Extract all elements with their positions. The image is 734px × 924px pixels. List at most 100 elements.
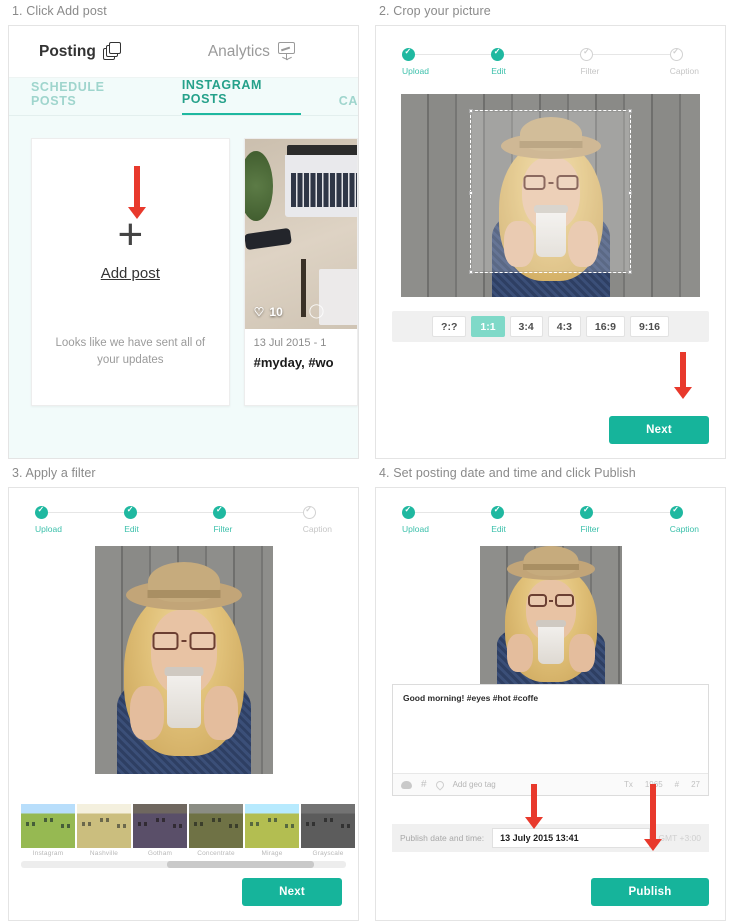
hashtag-counter-icon: # bbox=[674, 780, 680, 789]
ratio-4-3[interactable]: 4:3 bbox=[547, 316, 581, 337]
step-edit[interactable]: Edit bbox=[491, 47, 581, 76]
next-row: Next bbox=[242, 878, 342, 906]
filter-scrollbar[interactable] bbox=[21, 861, 346, 868]
filter-label: Concentrate bbox=[197, 850, 235, 857]
text-counter-label: Tx bbox=[623, 780, 633, 789]
check-icon bbox=[580, 505, 594, 519]
add-post-card[interactable]: + Add post Looks like we have sent all o… bbox=[31, 138, 230, 406]
panel-2: 2. Crop your picture Upload Edit Filter … bbox=[367, 0, 734, 462]
publish-row: Publish bbox=[591, 878, 709, 906]
post-card-list: + Add post Looks like we have sent all o… bbox=[9, 116, 358, 406]
step-caption[interactable]: Caption bbox=[302, 505, 332, 534]
post-card[interactable]: ♡ 10 ◯ 13 Jul 2015 - 1 #myday, #wo bbox=[243, 138, 358, 406]
filter-item[interactable]: Instagram bbox=[21, 804, 75, 857]
timezone-hint: GMT +3:00 bbox=[658, 833, 701, 843]
caption-box[interactable]: Good morning! #eyes #hot #coffe # Add ge… bbox=[392, 684, 709, 796]
ratio-16-9[interactable]: 16:9 bbox=[585, 316, 625, 337]
step-filter[interactable]: Filter bbox=[580, 47, 670, 76]
geo-tag-input[interactable]: Add geo tag bbox=[453, 780, 496, 789]
filter-scrollbar-thumb[interactable] bbox=[167, 861, 314, 868]
check-icon bbox=[213, 505, 227, 519]
crop-selection[interactable] bbox=[468, 109, 633, 274]
crop-photo[interactable] bbox=[401, 94, 700, 297]
panel-4-title: 4. Set posting date and time and click P… bbox=[379, 466, 636, 480]
publish-date-input[interactable]: 13 July 2015 13:41 bbox=[492, 828, 651, 848]
ratio-free[interactable]: ?:? bbox=[432, 316, 467, 337]
nav-analytics[interactable]: Analytics bbox=[208, 42, 297, 61]
step-filter-label: Filter bbox=[580, 524, 600, 534]
step-caption-label: Caption bbox=[669, 524, 700, 534]
step-edit[interactable]: Edit bbox=[491, 505, 581, 534]
filter-label: Instagram bbox=[32, 850, 64, 857]
caption-toolbar: # Add geo tag Tx 1965 # 27 bbox=[393, 773, 708, 795]
panel-4-body: Upload Edit Filter Caption bbox=[375, 487, 726, 921]
step-caption[interactable]: Caption bbox=[669, 505, 700, 534]
like-number: 10 bbox=[269, 305, 283, 319]
ratio-3-4[interactable]: 3:4 bbox=[509, 316, 543, 337]
check-icon bbox=[402, 505, 415, 519]
step-edit[interactable]: Edit bbox=[124, 505, 214, 534]
filter-item[interactable]: Nashville bbox=[77, 804, 131, 857]
step-filter[interactable]: Filter bbox=[213, 505, 303, 534]
check-icon bbox=[491, 505, 505, 519]
panel-2-body: Upload Edit Filter Caption bbox=[375, 25, 726, 459]
tab-schedule-posts[interactable]: SCHEDULE POSTS bbox=[31, 80, 144, 115]
add-post-label[interactable]: Add post bbox=[101, 265, 160, 282]
hashtag-icon[interactable]: # bbox=[421, 779, 427, 790]
ratio-1-1[interactable]: 1:1 bbox=[471, 316, 505, 337]
check-icon bbox=[402, 47, 415, 61]
publish-button[interactable]: Publish bbox=[591, 878, 709, 906]
filter-item[interactable]: Mirage bbox=[245, 804, 299, 857]
app-header: Posting Analytics bbox=[9, 26, 358, 78]
filter-thumbnail bbox=[189, 804, 243, 848]
filter-strip[interactable]: Instagram Nashville Gotham Concentrate M… bbox=[21, 804, 355, 868]
caption-preview-photo bbox=[479, 546, 622, 688]
next-button[interactable]: Next bbox=[609, 416, 709, 444]
next-button[interactable]: Next bbox=[242, 878, 342, 906]
tab-bar: SCHEDULE POSTS INSTAGRAM POSTS CA bbox=[9, 78, 358, 116]
tab-campaigns[interactable]: CA bbox=[339, 94, 358, 115]
tab-instagram-posts[interactable]: INSTAGRAM POSTS bbox=[181, 78, 301, 115]
step-upload-label: Upload bbox=[35, 524, 62, 534]
filter-preview-photo bbox=[94, 546, 273, 774]
filter-thumb-row: Instagram Nashville Gotham Concentrate M… bbox=[21, 804, 355, 857]
layers-icon bbox=[102, 42, 122, 61]
arrow-add-post bbox=[128, 166, 146, 219]
panel-2-title: 2. Crop your picture bbox=[379, 4, 491, 18]
hashtag-count: 27 bbox=[691, 780, 700, 789]
panel-1-title: 1. Click Add post bbox=[12, 4, 107, 18]
ratio-9-16[interactable]: 9:16 bbox=[629, 316, 669, 337]
check-icon bbox=[669, 47, 683, 61]
panel-1-body: Posting Analytics SCHEDULE POSTS INSTAGR… bbox=[8, 25, 359, 459]
check-icon bbox=[124, 505, 138, 519]
filter-thumbnail bbox=[21, 804, 75, 848]
filter-label: Mirage bbox=[261, 850, 283, 857]
step-caption-label: Caption bbox=[669, 66, 700, 76]
nav-posting-label: Posting bbox=[39, 42, 96, 60]
caption-textarea[interactable]: Good morning! #eyes #hot #coffe bbox=[393, 685, 708, 773]
step-upload[interactable]: Upload bbox=[402, 47, 492, 76]
arrow-publish bbox=[644, 784, 662, 851]
location-pin-icon[interactable] bbox=[433, 778, 446, 791]
filter-item-selected[interactable]: Concentrate bbox=[189, 804, 243, 857]
cloud-icon[interactable] bbox=[401, 780, 412, 789]
step-upload[interactable]: Upload bbox=[402, 505, 492, 534]
plus-icon: + bbox=[117, 210, 144, 259]
aspect-ratio-bar: ?:? 1:1 3:4 4:3 16:9 9:16 bbox=[392, 311, 709, 342]
filter-label: Nashville bbox=[89, 850, 119, 857]
filter-item[interactable]: Gotham bbox=[133, 804, 187, 857]
step-filter[interactable]: Filter bbox=[580, 505, 670, 534]
step-edit-label: Edit bbox=[124, 524, 139, 534]
post-date: 13 Jul 2015 - 1 bbox=[253, 337, 327, 349]
panel-1: 1. Click Add post Posting Analytics SCHE… bbox=[0, 0, 367, 462]
nav-posting[interactable]: Posting bbox=[39, 42, 122, 61]
panel-4: 4. Set posting date and time and click P… bbox=[367, 462, 734, 924]
heart-icon: ♡ bbox=[253, 305, 265, 319]
filter-item[interactable]: Grayscale bbox=[301, 804, 355, 857]
filter-thumbnail bbox=[301, 804, 355, 848]
empty-state-text: Looks like we have sent all of your upda… bbox=[55, 337, 206, 367]
step-upload[interactable]: Upload bbox=[35, 505, 125, 534]
stepper-4: Upload Edit Filter Caption bbox=[376, 488, 725, 534]
step-caption[interactable]: Caption bbox=[669, 47, 700, 76]
panel-3-body: Upload Edit Filter Caption bbox=[8, 487, 359, 921]
